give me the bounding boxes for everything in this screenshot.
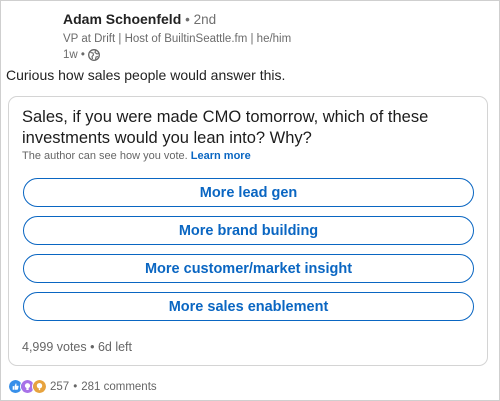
comments-count-link[interactable]: 281 comments [81, 381, 156, 393]
reaction-icons[interactable] [8, 379, 47, 394]
connection-degree: • 2nd [185, 12, 217, 27]
vote-note-text: The author can see how you vote. [22, 150, 188, 162]
social-counts: 257 • 281 comments [8, 379, 157, 394]
author-headline: VP at Drift | Host of BuiltinSeattle.fm … [63, 33, 292, 45]
reaction-count[interactable]: 257 [50, 381, 69, 393]
poll-card: Sales, if you were made CMO tomorrow, wh… [8, 96, 488, 366]
post-time: 1w • [63, 49, 85, 61]
author-block: Adam Schoenfeld • 2nd VP at Drift | Host… [63, 11, 291, 62]
poll-option-sales-enablement[interactable]: More sales enablement [23, 292, 474, 321]
curious-icon [32, 379, 47, 394]
post-text: Curious how sales people would answer th… [6, 67, 286, 83]
post-card: Adam Schoenfeld • 2nd VP at Drift | Host… [0, 0, 500, 401]
vote-visibility-note: The author can see how you vote. Learn m… [22, 150, 251, 162]
poll-question: Sales, if you were made CMO tomorrow, wh… [22, 108, 429, 147]
poll-option-brand-building[interactable]: More brand building [23, 216, 474, 245]
poll-option-lead-gen[interactable]: More lead gen [23, 178, 474, 207]
post-meta: 1w • [63, 48, 291, 62]
poll-option-customer-insight[interactable]: More customer/market insight [23, 254, 474, 283]
globe-icon [87, 49, 100, 61]
poll-footer: 4,999 votes • 6d left [22, 340, 133, 354]
learn-more-link[interactable]: Learn more [191, 150, 251, 162]
separator-dot: • [73, 380, 78, 393]
author-line: Adam Schoenfeld • 2nd [63, 11, 291, 28]
author-name[interactable]: Adam Schoenfeld [63, 11, 181, 27]
